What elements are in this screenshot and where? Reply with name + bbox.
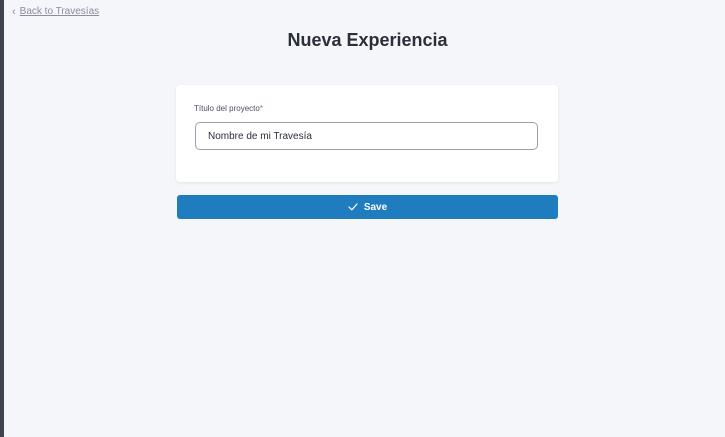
back-to-travesias-link[interactable]: ‹ Back to Travesías: [12, 6, 99, 17]
chevron-left-icon: ‹: [12, 5, 16, 18]
project-title-label-text: Título del proyecto: [194, 104, 260, 113]
required-asterisk: *: [259, 104, 263, 113]
project-form-card: Título del proyecto*: [176, 85, 558, 182]
project-title-input[interactable]: [195, 122, 538, 150]
check-icon: [348, 203, 358, 211]
save-button-label: Save: [363, 201, 388, 213]
page-title: Nueva Experiencia: [287, 30, 448, 50]
save-button[interactable]: Save: [177, 195, 558, 219]
back-link-label: Back to Travesías: [19, 6, 100, 17]
project-title-label: Título del proyecto*: [194, 104, 263, 113]
left-edge-bar: [0, 0, 4, 437]
